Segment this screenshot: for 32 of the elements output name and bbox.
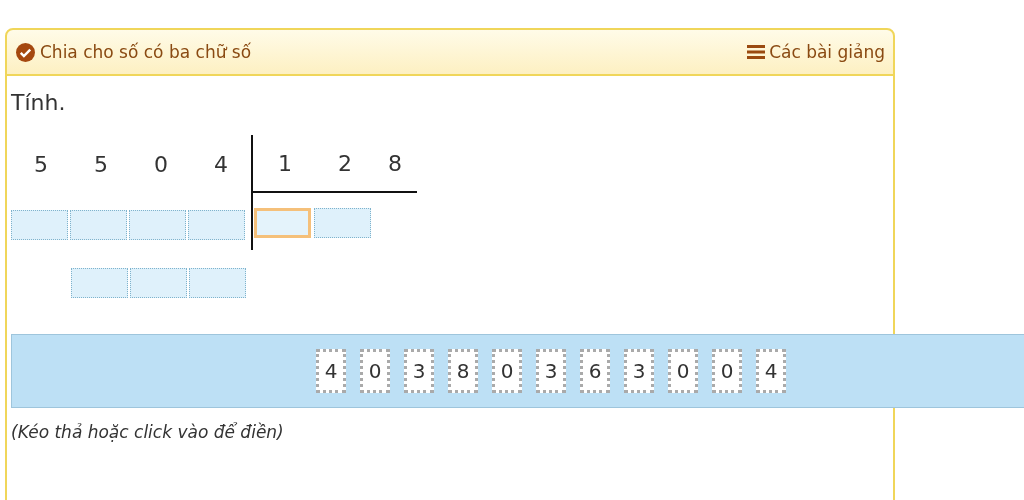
number-tile[interactable]: 0	[492, 349, 522, 393]
number-tile[interactable]: 0	[668, 349, 698, 393]
hint-text: (Kéo thả hoặc click vào để điền)	[11, 422, 285, 442]
answer-box[interactable]	[314, 208, 371, 238]
dividend-digit: 5	[93, 151, 109, 177]
answer-box[interactable]	[188, 210, 245, 240]
divisor-digit: 2	[337, 150, 353, 176]
number-tile[interactable]: 4	[316, 349, 346, 393]
lessons-link[interactable]: Các bài giảng	[747, 42, 885, 62]
dividend-digit: 5	[33, 151, 49, 177]
number-tile[interactable]: 0	[712, 349, 742, 393]
dividend-digit: 4	[213, 151, 229, 177]
answer-box[interactable]	[189, 268, 246, 298]
number-tile[interactable]: 3	[624, 349, 654, 393]
dividend-digit: 0	[153, 151, 169, 177]
answer-box[interactable]	[129, 210, 186, 240]
number-tile[interactable]: 3	[536, 349, 566, 393]
answer-box[interactable]	[130, 268, 187, 298]
prompt-text: Tính.	[11, 90, 67, 115]
menu-icon	[747, 44, 766, 60]
lesson-title: Chia cho số có ba chữ số	[40, 42, 252, 62]
number-tile[interactable]: 6	[580, 349, 610, 393]
divisor-digit: 8	[387, 150, 403, 176]
number-tile[interactable]: 0	[360, 349, 390, 393]
answer-box[interactable]	[70, 210, 127, 240]
divisor-digit: 1	[277, 150, 293, 176]
number-tile[interactable]: 4	[756, 349, 786, 393]
answer-box[interactable]	[11, 210, 68, 240]
number-tile[interactable]: 8	[448, 349, 478, 393]
answer-box[interactable]	[254, 208, 311, 238]
number-tile[interactable]: 3	[404, 349, 434, 393]
answer-box[interactable]	[71, 268, 128, 298]
